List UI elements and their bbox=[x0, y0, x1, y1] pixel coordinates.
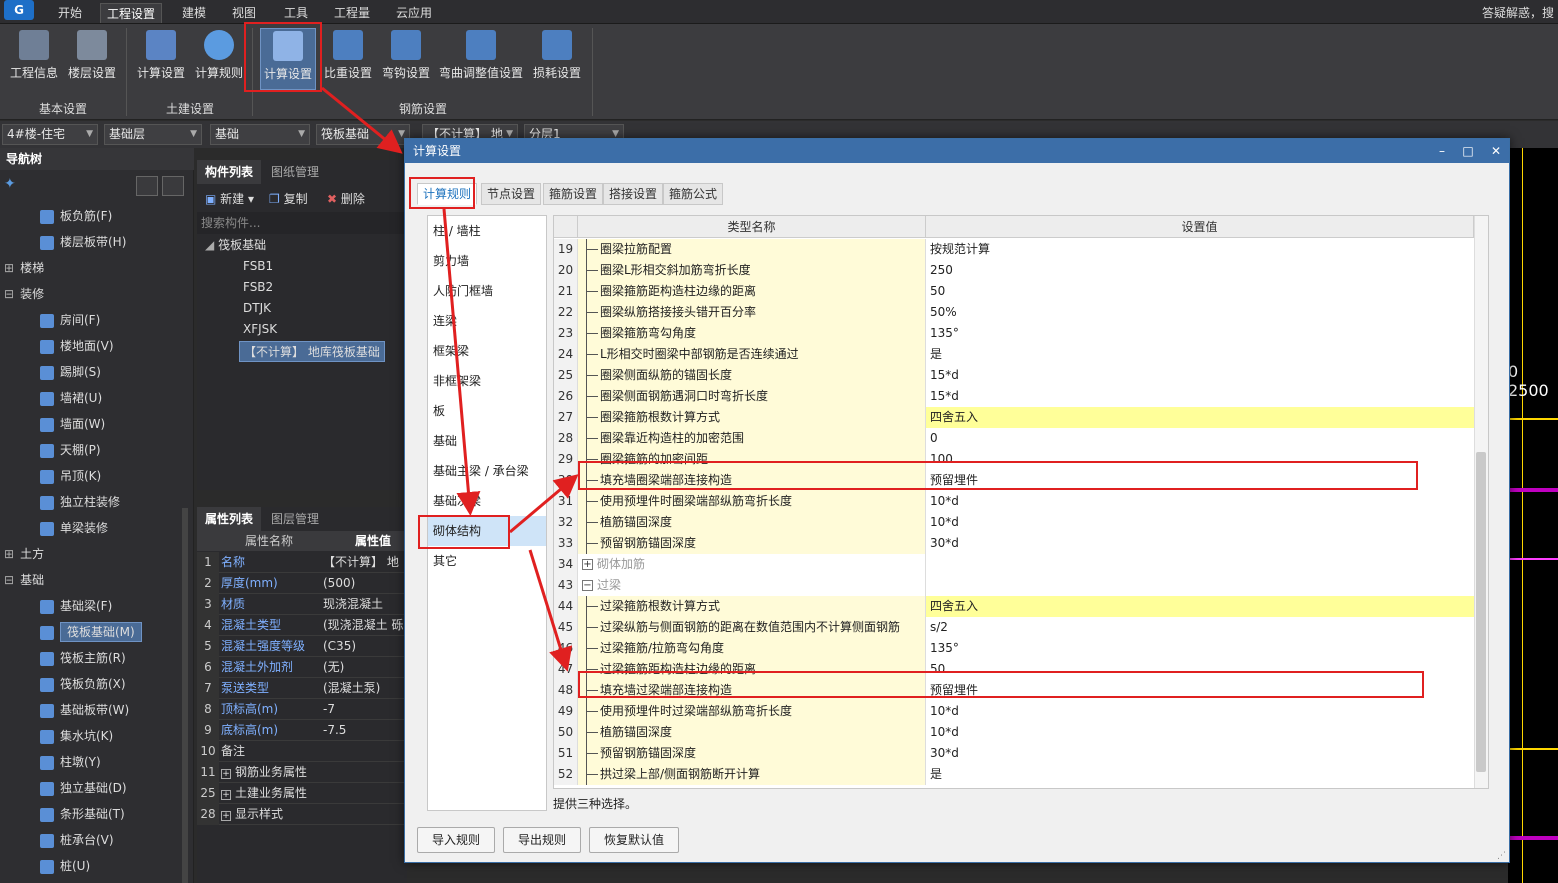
annotation-arrow bbox=[442, 208, 481, 516]
annotation-arrow bbox=[509, 474, 579, 534]
annotation-arrows bbox=[321, 86, 579, 672]
annotation-arrow bbox=[528, 549, 573, 672]
annotation-arrow bbox=[321, 86, 403, 154]
app-window: G 开始 工程设置 建模 视图 工具 工程量 云应用 答疑解惑，搜 工程信息 楼… bbox=[0, 0, 1558, 883]
